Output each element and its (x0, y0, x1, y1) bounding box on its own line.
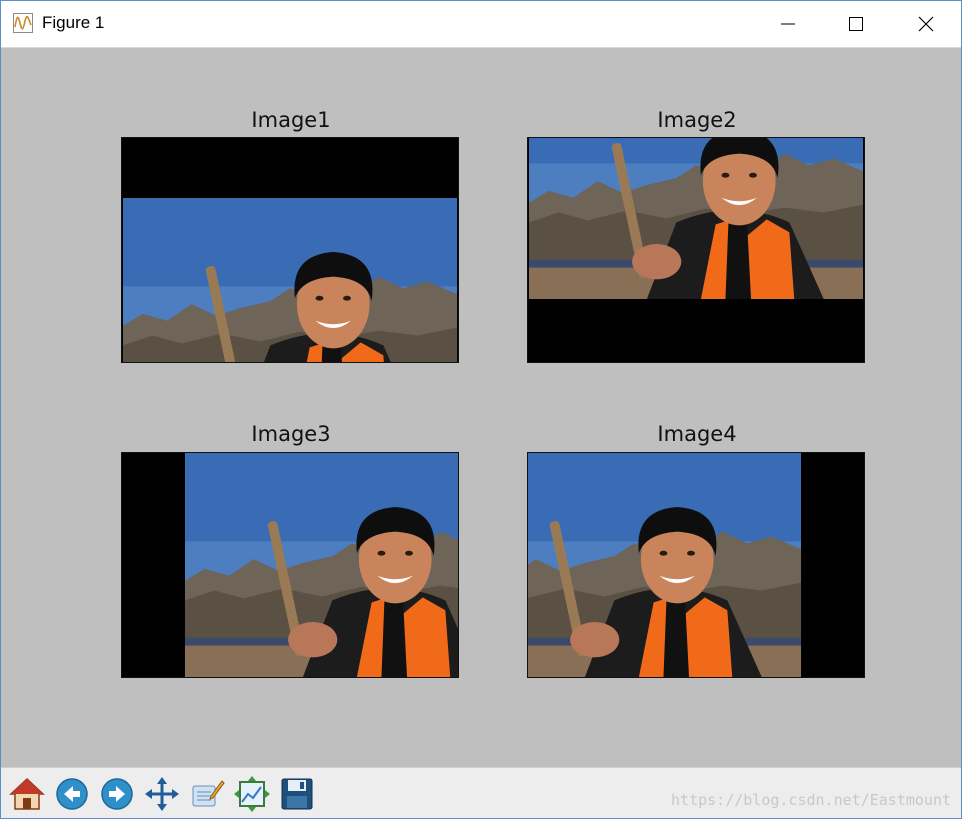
subplot-1-axes (121, 137, 459, 363)
subplot-3-title: Image3 (251, 422, 331, 446)
forward-button[interactable] (97, 774, 137, 814)
subplot-1-image (122, 198, 458, 363)
watermark-text: https://blog.csdn.net/Eastmount (671, 791, 951, 809)
figure-window: Figure 1 Image1 Image2 Image3 Image4 htt… (0, 0, 962, 819)
waveform-figure-icon (13, 13, 33, 33)
subplot-3-image (184, 453, 459, 677)
title-bar: Figure 1 (1, 1, 961, 48)
home-button[interactable] (7, 774, 47, 814)
subplot-2-axes (527, 137, 865, 363)
close-button[interactable] (891, 1, 961, 47)
home-icon (9, 777, 45, 810)
maximize-button[interactable] (821, 1, 891, 47)
subplot-1-title: Image1 (251, 108, 331, 132)
forward-icon (101, 778, 133, 810)
navigation-toolbar: https://blog.csdn.net/Eastmount (1, 767, 961, 818)
subplot-4-padding (802, 453, 864, 677)
window-title: Figure 1 (42, 13, 105, 32)
close-icon (918, 16, 934, 32)
save-icon (281, 778, 313, 810)
minimize-button[interactable] (753, 1, 823, 47)
subplot-2-title: Image2 (657, 108, 737, 132)
configure-subplots-icon (192, 780, 225, 807)
save-button[interactable] (277, 774, 317, 814)
zoom-to-rect-icon (234, 776, 270, 812)
minimize-icon (781, 23, 795, 25)
back-icon (56, 778, 88, 810)
subplot-4-image (527, 453, 802, 677)
figure-canvas[interactable]: Image1 Image2 Image3 Image4 (1, 48, 961, 767)
back-button[interactable] (52, 774, 92, 814)
zoom-to-rect-button[interactable] (232, 774, 272, 814)
pan-icon (145, 777, 179, 811)
subplot-3-axes (121, 452, 459, 678)
subplot-4-axes (527, 452, 865, 678)
maximize-icon (849, 17, 863, 31)
configure-subplots-button[interactable] (187, 774, 227, 814)
pan-button[interactable] (142, 774, 182, 814)
subplot-2-image (528, 137, 864, 299)
subplot-4-title: Image4 (657, 422, 737, 446)
